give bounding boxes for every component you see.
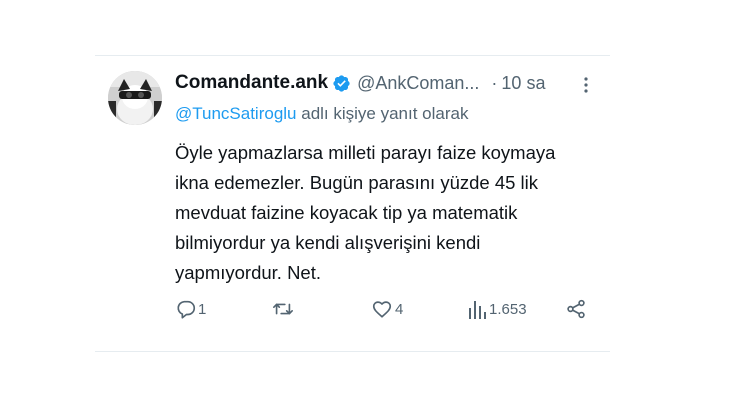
tweet-text: Öyle yapmazlarsa milleti parayı faize ko… bbox=[175, 142, 556, 283]
view-count: 1.653 bbox=[489, 300, 527, 318]
reply-icon bbox=[175, 298, 197, 320]
top-divider bbox=[95, 55, 610, 56]
separator-dot: · bbox=[491, 72, 498, 93]
avatar-image bbox=[108, 71, 162, 125]
tweet-header: Comandante.ank @AnkComan... · 10 sa bbox=[175, 70, 545, 96]
avatar[interactable] bbox=[108, 71, 162, 125]
bottom-divider bbox=[95, 351, 610, 352]
retweet-icon bbox=[272, 298, 294, 320]
display-name[interactable]: Comandante.ank bbox=[175, 72, 328, 94]
reply-mention-link[interactable]: @TuncSatiroglu bbox=[175, 104, 297, 123]
like-button[interactable]: 4 bbox=[371, 298, 403, 320]
more-icon[interactable] bbox=[577, 76, 595, 94]
reply-context-label: adlı kişiye yanıt olarak bbox=[296, 104, 469, 123]
reply-context: @TuncSatiroglu adlı kişiye yanıt olarak bbox=[175, 104, 468, 124]
verified-badge-icon bbox=[332, 74, 351, 93]
retweet-button[interactable] bbox=[272, 298, 294, 320]
user-handle[interactable]: @AnkComan... bbox=[357, 73, 479, 94]
like-count: 4 bbox=[395, 300, 404, 318]
views-chart-icon bbox=[467, 298, 487, 320]
timestamp[interactable]: 10 sa bbox=[501, 73, 545, 94]
reply-button[interactable]: 1 bbox=[175, 298, 206, 320]
reply-count: 1 bbox=[198, 300, 207, 318]
views-button[interactable]: 1.653 bbox=[467, 298, 527, 320]
action-bar: 1 4 1.653 bbox=[175, 298, 595, 324]
share-icon bbox=[565, 298, 587, 320]
heart-icon bbox=[371, 298, 393, 320]
share-button[interactable] bbox=[565, 298, 587, 320]
